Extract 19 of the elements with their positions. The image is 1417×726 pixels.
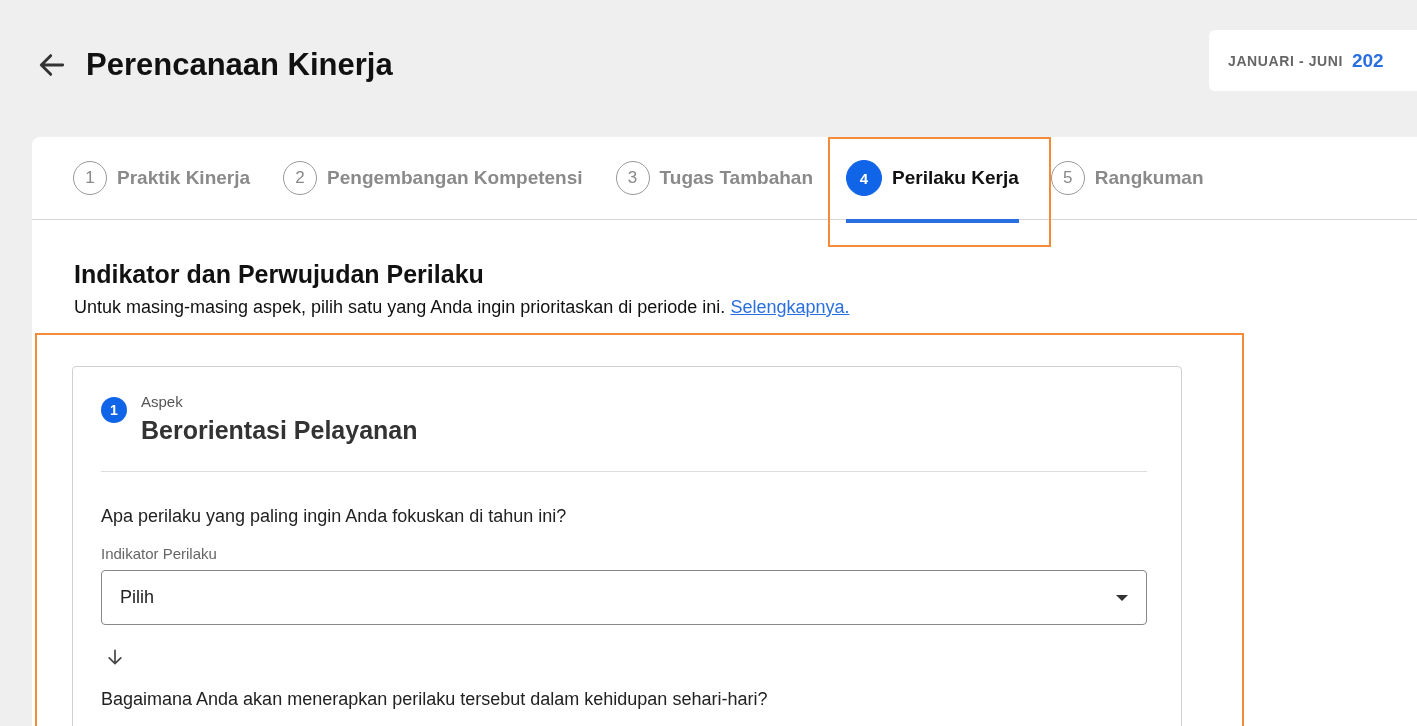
question-text: Apa perilaku yang paling ingin Anda fokuskan di tahun ini? — [101, 506, 568, 527]
period-label: JANUARI - JUNI — [1228, 52, 1343, 69]
aspect-caption: Aspek — [141, 393, 184, 410]
field-label: Indikator Perilaku — [101, 545, 218, 562]
step-tab[interactable]: 1 Praktik Kinerja — [73, 137, 284, 219]
step-tab[interactable]: 5 Rangkuman — [1050, 137, 1237, 219]
page-title: Perencanaan Kinerja — [86, 46, 393, 83]
question-text: Bagaimana Anda akan menerapkan perilaku tersebut dalam kehidupan sehari-hari? — [101, 689, 769, 710]
section-title: Indikator dan Perwujudan Perilaku — [74, 260, 485, 289]
step-tab[interactable]: 3 Tugas Tambahan — [615, 137, 846, 219]
indicator-dropdown[interactable]: Pilih — [101, 570, 1147, 625]
aspect-number-badge: 1 — [101, 397, 127, 423]
learn-more-link[interactable]: Selengkapnya. — [730, 297, 850, 317]
caret-icon — [1116, 594, 1128, 601]
period-year: 202 — [1351, 49, 1384, 72]
aspect-name: Berorientasi Pelayanan — [141, 416, 418, 445]
section-description: Untuk masing-masing aspek, pilih satu yang Anda ingin prioritaskan di periode ini. Selengkapnya. — [74, 297, 851, 318]
step-tab[interactable]: 2 Pengembangan Kompetensi — [283, 137, 616, 219]
down-arrow-icon — [105, 647, 125, 667]
